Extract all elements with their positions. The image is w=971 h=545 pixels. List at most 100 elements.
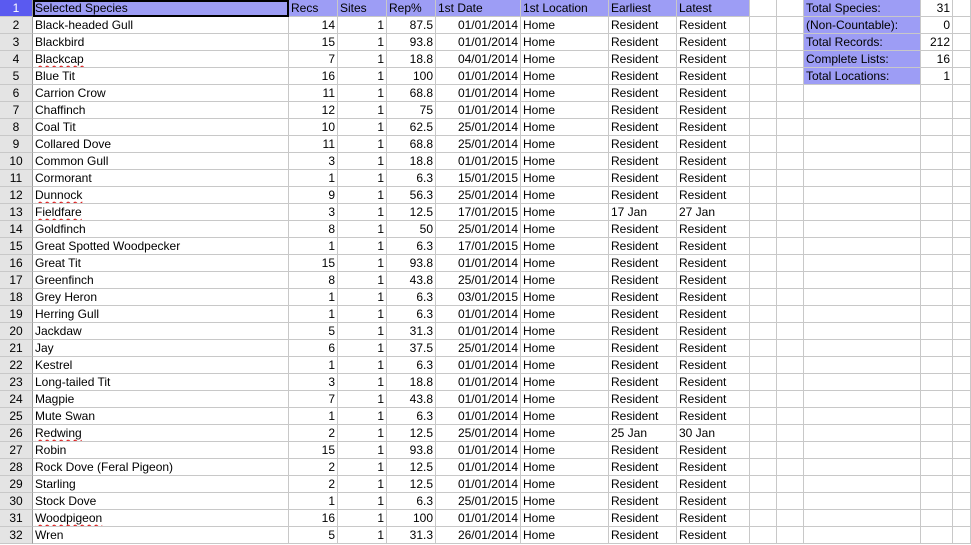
empty-cell[interactable] xyxy=(777,340,804,357)
species-cell[interactable]: Coal Tit xyxy=(33,119,289,136)
empty-cell[interactable] xyxy=(921,391,953,408)
empty-cell[interactable] xyxy=(750,340,777,357)
data-cell[interactable]: 01/01/2014 xyxy=(436,17,521,34)
column-header-cell[interactable]: Latest xyxy=(677,0,750,17)
empty-cell[interactable] xyxy=(921,153,953,170)
empty-cell[interactable] xyxy=(921,289,953,306)
data-cell[interactable]: 25/01/2014 xyxy=(436,221,521,238)
empty-cell[interactable] xyxy=(953,51,971,68)
spreadsheet-grid[interactable]: 1 Selected Species Recs Sites Rep% 1st Date 1s… xyxy=(0,0,971,545)
data-cell[interactable]: 1 xyxy=(338,289,387,306)
data-cell[interactable]: 01/01/2014 xyxy=(436,374,521,391)
row-header[interactable]: 26 xyxy=(0,425,33,442)
data-cell[interactable]: 17/01/2015 xyxy=(436,204,521,221)
empty-cell[interactable] xyxy=(804,153,921,170)
empty-cell[interactable] xyxy=(777,102,804,119)
empty-cell[interactable] xyxy=(804,255,921,272)
empty-cell[interactable] xyxy=(921,459,953,476)
data-cell[interactable]: Resident xyxy=(609,459,677,476)
empty-cell[interactable] xyxy=(953,357,971,374)
empty-cell[interactable] xyxy=(777,34,804,51)
data-cell[interactable]: Resident xyxy=(609,340,677,357)
species-cell[interactable]: Great Tit xyxy=(33,255,289,272)
data-cell[interactable]: 68.8 xyxy=(387,136,436,153)
empty-cell[interactable] xyxy=(953,68,971,85)
data-cell[interactable]: 17/01/2015 xyxy=(436,238,521,255)
data-cell[interactable]: 5 xyxy=(289,323,338,340)
species-cell[interactable]: Long-tailed Tit xyxy=(33,374,289,391)
data-cell[interactable]: 12.5 xyxy=(387,425,436,442)
empty-cell[interactable] xyxy=(750,238,777,255)
empty-cell[interactable] xyxy=(750,493,777,510)
data-cell[interactable]: 1 xyxy=(338,408,387,425)
data-cell[interactable]: Resident xyxy=(677,102,750,119)
empty-cell[interactable] xyxy=(921,357,953,374)
column-header-cell[interactable]: 1st Location xyxy=(521,0,609,17)
empty-cell[interactable] xyxy=(804,340,921,357)
data-cell[interactable]: Resident xyxy=(609,255,677,272)
data-cell[interactable]: 01/01/2014 xyxy=(436,68,521,85)
data-cell[interactable]: Home xyxy=(521,408,609,425)
data-cell[interactable]: 31.3 xyxy=(387,527,436,544)
empty-cell[interactable] xyxy=(750,136,777,153)
data-cell[interactable]: 50 xyxy=(387,221,436,238)
data-cell[interactable]: 1 xyxy=(338,170,387,187)
data-cell[interactable]: 1 xyxy=(338,187,387,204)
row-header[interactable]: 12 xyxy=(0,187,33,204)
data-cell[interactable]: 15 xyxy=(289,442,338,459)
empty-cell[interactable] xyxy=(777,527,804,544)
empty-cell[interactable] xyxy=(750,442,777,459)
data-cell[interactable]: 25/01/2015 xyxy=(436,493,521,510)
data-cell[interactable]: 3 xyxy=(289,374,338,391)
data-cell[interactable]: Resident xyxy=(609,527,677,544)
empty-cell[interactable] xyxy=(953,85,971,102)
species-cell[interactable]: Collared Dove xyxy=(33,136,289,153)
data-cell[interactable]: 1 xyxy=(289,170,338,187)
summary-label[interactable]: Total Locations: xyxy=(804,68,921,85)
column-header-cell[interactable]: Rep% xyxy=(387,0,436,17)
data-cell[interactable]: Resident xyxy=(609,442,677,459)
data-cell[interactable]: 6.3 xyxy=(387,170,436,187)
data-cell[interactable]: Home xyxy=(521,17,609,34)
empty-cell[interactable] xyxy=(953,323,971,340)
species-cell[interactable]: Fieldfare xyxy=(33,204,289,221)
data-cell[interactable]: Resident xyxy=(677,340,750,357)
data-cell[interactable]: Resident xyxy=(609,323,677,340)
data-cell[interactable]: 1 xyxy=(338,323,387,340)
data-cell[interactable]: Resident xyxy=(609,17,677,34)
empty-cell[interactable] xyxy=(921,510,953,527)
empty-cell[interactable] xyxy=(953,17,971,34)
row-header[interactable]: 18 xyxy=(0,289,33,306)
empty-cell[interactable] xyxy=(804,357,921,374)
empty-cell[interactable] xyxy=(777,272,804,289)
summary-value[interactable]: 212 xyxy=(921,34,953,51)
data-cell[interactable]: 93.8 xyxy=(387,255,436,272)
empty-cell[interactable] xyxy=(804,136,921,153)
data-cell[interactable]: Resident xyxy=(677,442,750,459)
summary-label[interactable]: (Non-Countable): xyxy=(804,17,921,34)
data-cell[interactable]: Resident xyxy=(677,510,750,527)
data-cell[interactable]: Home xyxy=(521,51,609,68)
data-cell[interactable]: Home xyxy=(521,119,609,136)
data-cell[interactable]: Resident xyxy=(677,153,750,170)
empty-cell[interactable] xyxy=(921,476,953,493)
empty-cell[interactable] xyxy=(953,238,971,255)
species-cell[interactable]: Common Gull xyxy=(33,153,289,170)
empty-cell[interactable] xyxy=(777,289,804,306)
species-cell[interactable]: Magpie xyxy=(33,391,289,408)
row-header[interactable]: 30 xyxy=(0,493,33,510)
data-cell[interactable]: 15 xyxy=(289,255,338,272)
empty-cell[interactable] xyxy=(921,527,953,544)
empty-cell[interactable] xyxy=(921,204,953,221)
data-cell[interactable]: Resident xyxy=(677,170,750,187)
empty-cell[interactable] xyxy=(750,391,777,408)
data-cell[interactable]: 1 xyxy=(338,204,387,221)
species-cell[interactable]: Jackdaw xyxy=(33,323,289,340)
empty-cell[interactable] xyxy=(750,425,777,442)
data-cell[interactable]: 01/01/2014 xyxy=(436,323,521,340)
row-header[interactable]: 6 xyxy=(0,85,33,102)
column-header-cell[interactable]: Sites xyxy=(338,0,387,17)
row-header[interactable]: 1 xyxy=(0,0,33,17)
empty-cell[interactable] xyxy=(804,238,921,255)
empty-cell[interactable] xyxy=(921,170,953,187)
